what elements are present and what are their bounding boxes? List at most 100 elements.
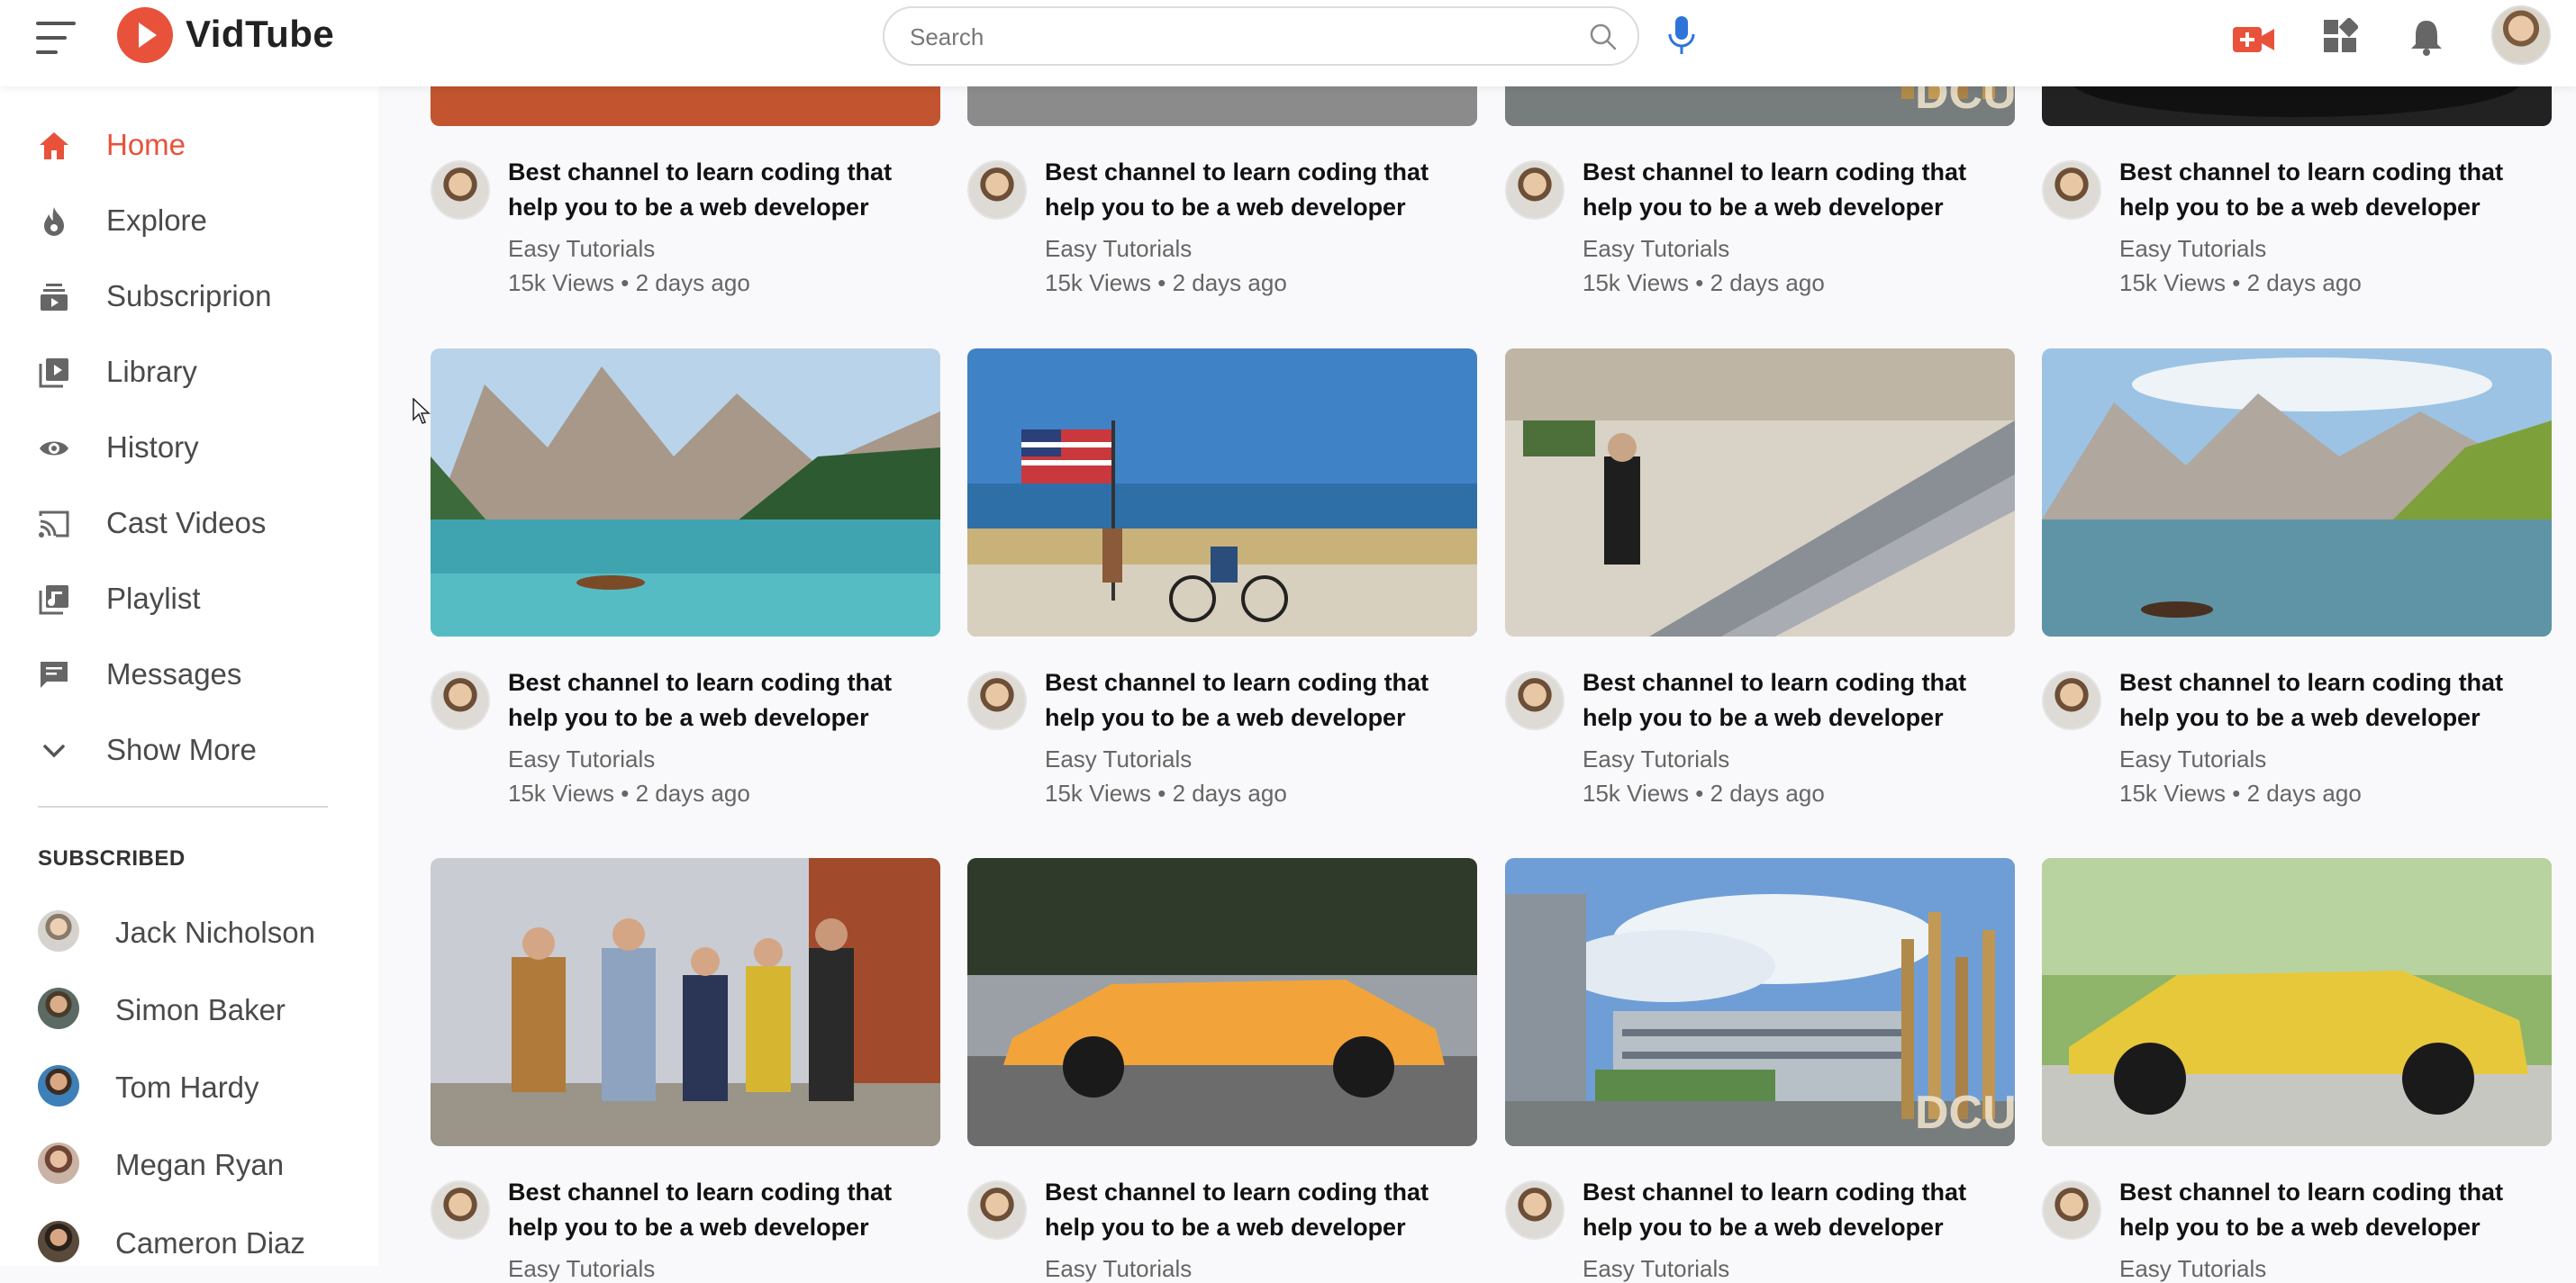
mic-icon[interactable]: [1666, 14, 1697, 58]
sidebar-item-playlist[interactable]: Playlist: [0, 569, 378, 627]
channel-name[interactable]: Easy Tutorials: [1583, 745, 1729, 773]
avatar: [38, 988, 79, 1029]
video-title[interactable]: Best channel to learn coding that help y…: [2119, 1175, 2552, 1245]
video-thumbnail[interactable]: [431, 348, 940, 637]
channel-avatar[interactable]: [967, 671, 1027, 730]
channel-avatar[interactable]: [2042, 160, 2101, 220]
channel-avatar[interactable]: [2042, 671, 2101, 730]
search-icon[interactable]: [1589, 23, 1618, 51]
thumb-watermark: DCU: [1915, 1087, 2015, 1139]
video-title[interactable]: Best channel to learn coding that help y…: [1583, 1175, 2015, 1245]
sidebar-item-label: Explore: [106, 203, 207, 237]
apps-icon[interactable]: [2322, 18, 2358, 54]
channel-name[interactable]: Easy Tutorials: [1583, 1255, 1729, 1283]
video-title[interactable]: Best channel to learn coding that help y…: [2119, 665, 2552, 736]
sidebar-item-label: Cast Videos: [106, 506, 267, 539]
eye-icon: [40, 441, 68, 456]
chevron-down-icon: [43, 745, 65, 758]
video-thumbnail[interactable]: DCU: [1505, 858, 2015, 1146]
channel-avatar[interactable]: [1505, 1180, 1565, 1240]
search-bar: [883, 6, 1639, 66]
avatar: [38, 1221, 79, 1262]
logo-text[interactable]: VidTube: [186, 13, 334, 56]
subscribed-channel[interactable]: Jack Nicholson: [0, 901, 378, 964]
channel-name[interactable]: Easy Tutorials: [1583, 235, 1729, 263]
video-thumbnail[interactable]: [967, 858, 1477, 1146]
channel-name[interactable]: Easy Tutorials: [2119, 235, 2266, 263]
video-meta: 15k Views • 2 days ago: [1583, 780, 1825, 807]
video-title[interactable]: Best channel to learn coding that help y…: [1045, 665, 1477, 736]
channel-name[interactable]: Easy Tutorials: [1045, 235, 1192, 263]
video-meta: 15k Views • 2 days ago: [2119, 269, 2362, 296]
sidebar: Home Explore Subscriprion Library Histor…: [0, 86, 378, 1266]
channel-avatar[interactable]: [967, 1180, 1027, 1240]
video-thumbnail[interactable]: [2042, 348, 2552, 637]
channel-name: Megan Ryan: [115, 1148, 285, 1181]
video-title[interactable]: Best channel to learn coding that help y…: [2119, 155, 2552, 225]
subscribed-channel[interactable]: Tom Hardy: [0, 1056, 378, 1119]
channel-avatar[interactable]: [1505, 160, 1565, 220]
playlist-icon: [39, 585, 68, 615]
video-title[interactable]: Best channel to learn coding that help y…: [1045, 1175, 1477, 1245]
video-title[interactable]: Best channel to learn coding that help y…: [508, 155, 940, 225]
sidebar-item-label: Show More: [106, 733, 257, 766]
video-meta: 15k Views • 2 days ago: [1583, 269, 1825, 296]
video-meta: 15k Views • 2 days ago: [508, 780, 750, 807]
sidebar-item-label: Subscriprion: [106, 279, 272, 312]
bell-icon[interactable]: [2408, 18, 2444, 56]
subscribed-channel[interactable]: Simon Baker: [0, 979, 378, 1042]
video-thumbnail[interactable]: [2042, 858, 2552, 1146]
video-title[interactable]: Best channel to learn coding that help y…: [1045, 155, 1477, 225]
channel-avatar[interactable]: [431, 160, 490, 220]
sidebar-item-label: Home: [106, 128, 186, 161]
video-thumbnail[interactable]: [1505, 348, 2015, 637]
play-logo-icon[interactable]: [117, 7, 173, 63]
channel-avatar[interactable]: [431, 1180, 490, 1240]
home-icon: [40, 132, 68, 159]
video-upload-icon[interactable]: [2232, 22, 2275, 58]
channel-avatar[interactable]: [1505, 671, 1565, 730]
video-thumbnail[interactable]: [967, 348, 1477, 637]
user-avatar[interactable]: [2491, 5, 2551, 65]
sidebar-item-library[interactable]: Library: [0, 342, 378, 400]
channel-name[interactable]: Easy Tutorials: [2119, 1255, 2266, 1283]
show-more-button[interactable]: Show More: [0, 720, 378, 778]
search-input[interactable]: [908, 17, 1542, 57]
mouse-cursor-icon: [413, 398, 431, 424]
sidebar-item-label: Library: [106, 355, 197, 388]
channel-avatar[interactable]: [967, 160, 1027, 220]
avatar: [38, 910, 79, 952]
sidebar-item-home[interactable]: Home: [0, 115, 378, 173]
sidebar-item-messages[interactable]: Messages: [0, 645, 378, 702]
sidebar-item-label: Messages: [106, 657, 242, 691]
channel-name[interactable]: Easy Tutorials: [1045, 745, 1192, 773]
channel-name[interactable]: Easy Tutorials: [508, 1255, 655, 1283]
video-title[interactable]: Best channel to learn coding that help y…: [1583, 665, 2015, 736]
subscribed-channel[interactable]: Megan Ryan: [0, 1134, 378, 1197]
avatar: [38, 1143, 79, 1184]
sidebar-item-explore[interactable]: Explore: [0, 191, 378, 248]
message-icon: [41, 662, 68, 688]
channel-name: Cameron Diaz: [115, 1226, 305, 1260]
channel-name: Tom Hardy: [115, 1071, 259, 1104]
channel-avatar[interactable]: [2042, 1180, 2101, 1240]
sidebar-item-subscription[interactable]: Subscriprion: [0, 267, 378, 324]
sidebar-item-label: History: [106, 430, 199, 464]
subscriptions-icon: [41, 284, 68, 311]
sidebar-item-history[interactable]: History: [0, 418, 378, 475]
subscribed-heading: SUBSCRIBED: [38, 846, 186, 871]
video-title[interactable]: Best channel to learn coding that help y…: [508, 1175, 940, 1245]
video-title[interactable]: Best channel to learn coding that help y…: [508, 665, 940, 736]
channel-name[interactable]: Easy Tutorials: [508, 235, 655, 263]
video-title[interactable]: Best channel to learn coding that help y…: [1583, 155, 2015, 225]
video-meta: 15k Views • 2 days ago: [1045, 269, 1287, 296]
channel-avatar[interactable]: [431, 671, 490, 730]
channel-name[interactable]: Easy Tutorials: [1045, 1255, 1192, 1283]
channel-name[interactable]: Easy Tutorials: [2119, 745, 2266, 773]
channel-name[interactable]: Easy Tutorials: [508, 745, 655, 773]
menu-icon[interactable]: [36, 22, 76, 54]
channel-name: Jack Nicholson: [115, 916, 315, 949]
video-thumbnail[interactable]: [431, 858, 940, 1146]
cast-icon: [39, 510, 69, 538]
sidebar-item-cast-videos[interactable]: Cast Videos: [0, 493, 378, 551]
